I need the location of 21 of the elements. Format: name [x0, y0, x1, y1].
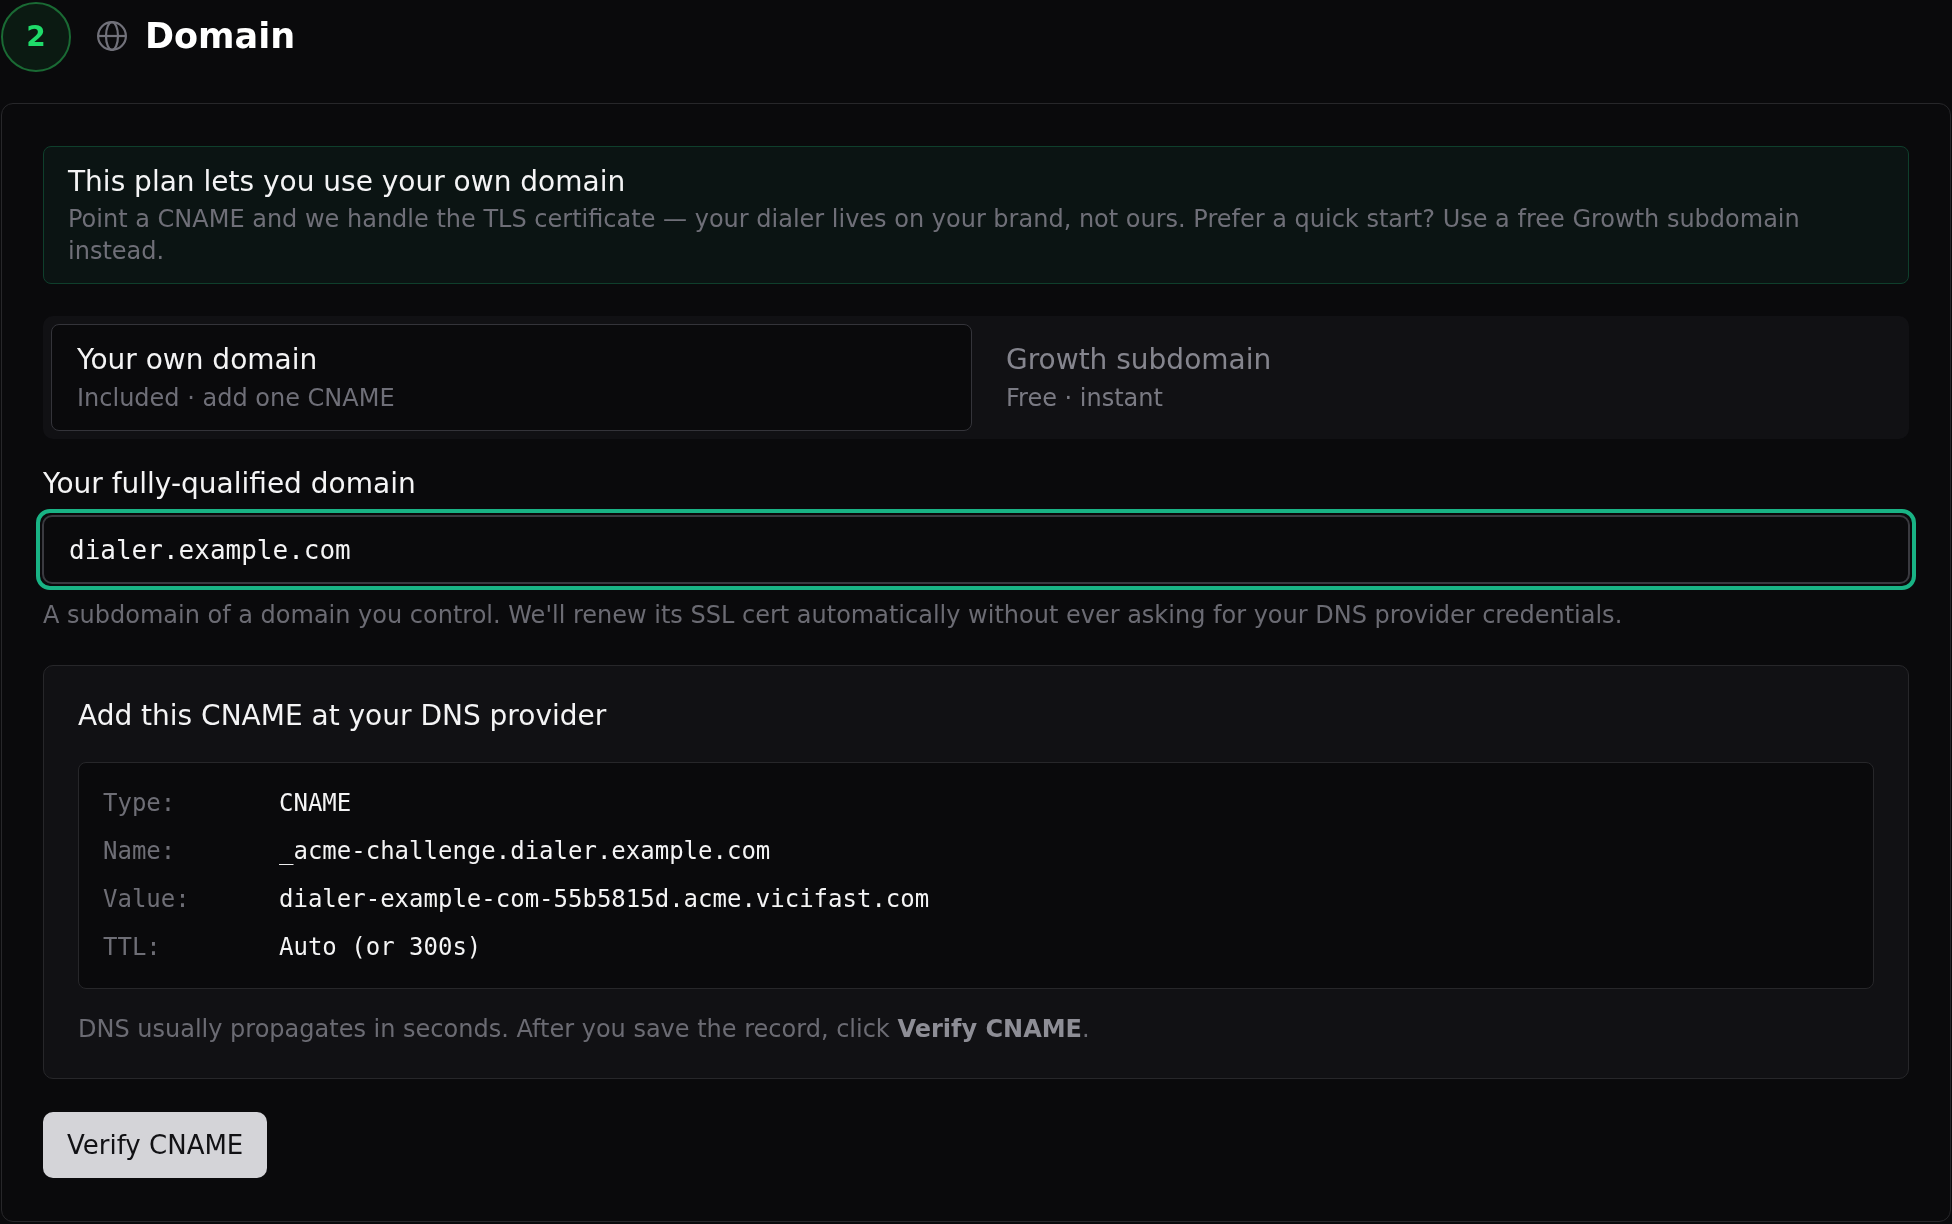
record-label: Type:: [103, 788, 177, 819]
record-value: _acme-challenge.dialer.example.com: [279, 836, 771, 867]
record-label: Value:: [103, 884, 191, 915]
record-label: TTL:: [103, 932, 162, 963]
globe-icon: [97, 21, 127, 51]
verify-button[interactable]: Verify CNAME: [43, 1112, 268, 1178]
domain-option[interactable]: Growth subdomain Free · instant: [980, 324, 1901, 431]
section-title: Domain: [145, 15, 296, 58]
field-label: Your fully-qualified domain: [43, 466, 417, 502]
record-value: Auto (or 300s): [279, 932, 482, 963]
panel-title: Add this CNAME at your DNS provider: [78, 698, 608, 734]
domain-input[interactable]: dialer.example.com: [36, 509, 1916, 590]
help-text: A subdomain of a domain you control. We'll renew its SSL cert automatically without ever asking for your DNS provider credentials.: [43, 600, 1624, 631]
domain-option[interactable]: Your own domain Included · add one CNAME: [51, 324, 972, 431]
record-value: dialer-example-com-55b5815d.acme.vicifast.com: [279, 884, 930, 915]
notice-title: This plan lets you use your own domain: [68, 164, 627, 200]
record-label: Name:: [103, 836, 177, 867]
notice-text: Point a CNAME and we handle the TLS certificate — your dialer lives on your brand, not ours. Prefer a quick start? Use a free Growth subdomain instead.: [68, 204, 1801, 267]
step-badge: 2: [1, 1, 71, 72]
propagation-note: DNS usually propagates in seconds. After you save the record, click Verify CNAME.: [78, 1014, 1091, 1045]
record-value: CNAME: [279, 788, 352, 819]
